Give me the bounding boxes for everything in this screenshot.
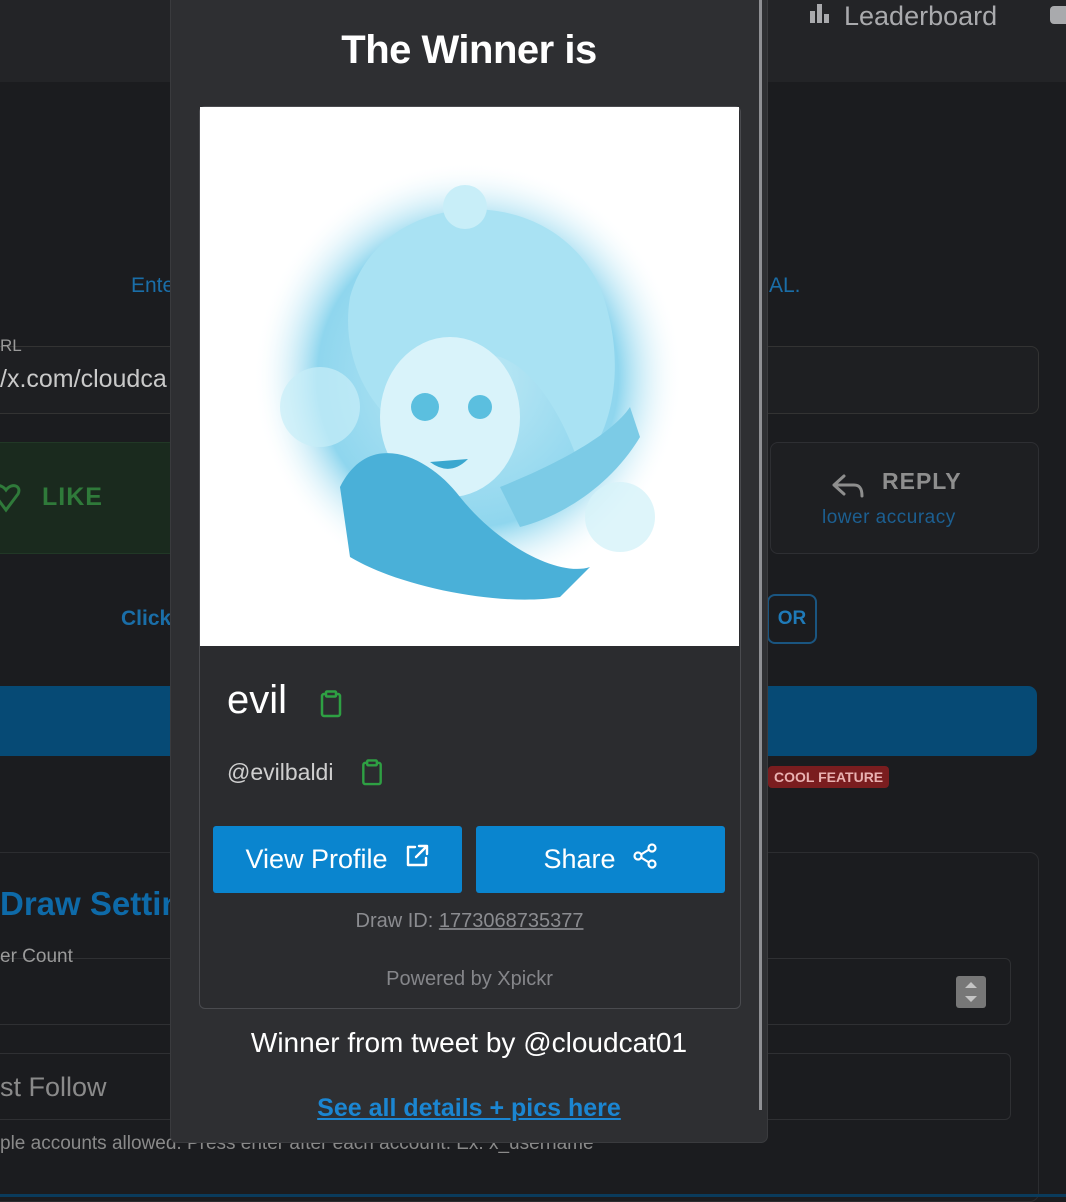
must-follow-placeholder: st Follow (0, 1072, 107, 1102)
powered-by: Powered by Xpickr (386, 968, 553, 990)
cool-feature-badge: COOL FEATURE (768, 766, 890, 788)
draw-id-label: Draw ID: (355, 910, 434, 932)
number-spinner-icon[interactable] (956, 976, 986, 1008)
share-label: Share (543, 844, 616, 874)
reply-option-card[interactable] (770, 442, 1039, 554)
share-button[interactable]: Share (476, 826, 725, 893)
modal-scrollbar[interactable] (759, 0, 762, 1110)
winner-name: evil (227, 678, 288, 722)
reply-accuracy-note: lower accuracy (822, 507, 956, 528)
share-icon (632, 843, 658, 876)
bar-chart-icon (808, 1, 832, 32)
see-all-details-link[interactable]: See all details + pics here (171, 1094, 767, 1123)
view-profile-label: View Profile (245, 844, 388, 874)
or-divider: OR (767, 594, 817, 644)
draw-settings-title: Draw Settin (0, 885, 182, 922)
draw-id: Draw ID: 1773068735377 (200, 910, 739, 933)
reply-label: REPLY (882, 468, 962, 494)
draw-id-link[interactable]: 1773068735377 (439, 910, 584, 932)
video-icon[interactable] (1050, 6, 1066, 24)
intro-text-right: AL. (769, 274, 801, 297)
copy-name-icon[interactable] (320, 690, 342, 718)
modal-title: The Winner is (341, 28, 597, 72)
heart-icon (0, 480, 28, 514)
tweet-url-label: RL (0, 336, 22, 355)
like-label: LIKE (42, 483, 103, 511)
intro-text-left: Ente (131, 274, 175, 297)
winner-avatar (200, 107, 739, 646)
tweet-url-value: /x.com/cloudca (0, 365, 167, 393)
copy-handle-icon[interactable] (361, 759, 383, 786)
winner-count-label: er Count (0, 946, 73, 967)
bottom-accent-line (0, 1194, 1066, 1197)
external-link-icon (404, 843, 430, 876)
leaderboard-label: Leaderboard (844, 0, 998, 31)
leaderboard-nav-link[interactable]: Leaderboard (808, 0, 997, 32)
winner-source-text: Winner from tweet by @cloudcat01 (250, 1027, 688, 1058)
winner-handle: @evilbaldi (227, 759, 334, 785)
reply-arrow-icon (830, 470, 866, 500)
view-profile-button[interactable]: View Profile (213, 826, 462, 893)
click-instruction: Click (121, 607, 172, 630)
